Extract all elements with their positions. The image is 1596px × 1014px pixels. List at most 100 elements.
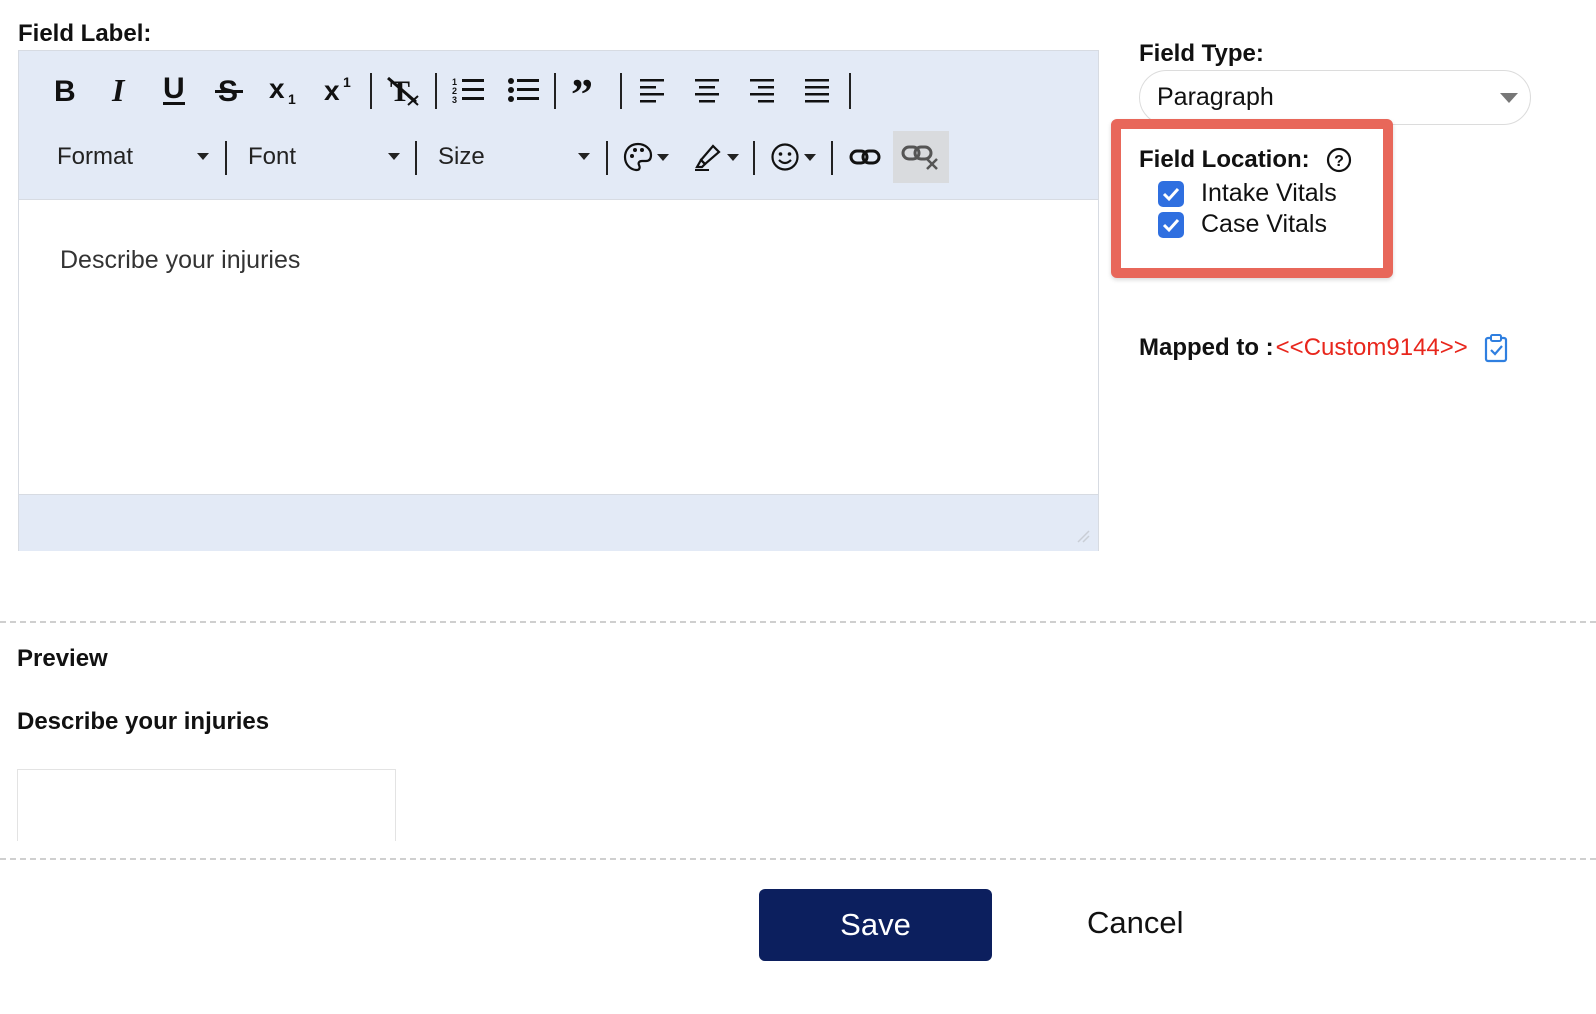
- preview-textarea[interactable]: [17, 769, 396, 841]
- format-dropdown[interactable]: Format: [57, 139, 209, 175]
- align-right-button[interactable]: [741, 69, 783, 111]
- toolbar-separator: [753, 141, 755, 175]
- case-vitals-option[interactable]: Case Vitals: [1158, 210, 1327, 239]
- svg-text:3: 3: [452, 95, 457, 105]
- format-dropdown-label: Format: [57, 143, 134, 170]
- font-dropdown[interactable]: Font: [248, 139, 400, 175]
- unlink-icon: [901, 145, 938, 170]
- svg-text:I: I: [111, 75, 126, 105]
- toolbar-separator: [606, 141, 608, 175]
- intake-vitals-label: Intake Vitals: [1201, 179, 1337, 207]
- palette-icon: [623, 142, 653, 172]
- cancel-button[interactable]: Cancel: [1087, 905, 1184, 941]
- toolbar-separator: [554, 73, 556, 109]
- italic-icon: I: [111, 75, 126, 105]
- svg-text:U: U: [163, 74, 185, 105]
- intake-vitals-option[interactable]: Intake Vitals: [1158, 179, 1337, 208]
- blockquote-icon: ”: [571, 75, 593, 105]
- underline-icon: U: [163, 74, 185, 105]
- chevron-down-icon: [388, 153, 400, 160]
- align-right-icon: [750, 79, 774, 103]
- bulleted-list-button[interactable]: [502, 69, 544, 111]
- chevron-down-icon: [804, 153, 816, 161]
- italic-button[interactable]: I: [98, 69, 140, 111]
- highlighter-icon: [695, 144, 721, 171]
- numbered-list-button[interactable]: 123: [447, 69, 489, 111]
- help-icon[interactable]: ?: [1326, 147, 1352, 173]
- rich-text-editor: B I U S x1 x1 T 123 ” Format Font Size D…: [18, 50, 1099, 551]
- chevron-down-icon: [657, 153, 669, 161]
- align-justify-button[interactable]: [796, 69, 838, 111]
- field-type-title: Field Type:: [1139, 40, 1264, 67]
- field-location-header: Field Location: ?: [1139, 146, 1352, 174]
- field-type-value: Paragraph: [1157, 83, 1274, 111]
- svg-text:x: x: [269, 74, 285, 104]
- smiley-icon: [771, 143, 799, 171]
- chevron-down-icon: [578, 153, 590, 160]
- chevron-down-icon: [727, 153, 739, 161]
- svg-text:?: ?: [1334, 153, 1344, 170]
- mapped-to-value: <<Custom9144>>: [1275, 334, 1468, 361]
- align-left-button[interactable]: [631, 69, 673, 111]
- align-justify-icon: [805, 79, 829, 103]
- preview-field-label: Describe your injuries: [17, 708, 270, 735]
- field-type-select[interactable]: Paragraph: [1139, 70, 1531, 125]
- size-dropdown[interactable]: Size: [438, 139, 590, 175]
- blockquote-button[interactable]: ”: [566, 69, 608, 111]
- bold-button[interactable]: B: [43, 69, 85, 111]
- mapped-to-label: Mapped to :: [1139, 334, 1274, 361]
- strikethrough-icon: S: [215, 75, 243, 106]
- bulleted-list-icon: [508, 78, 539, 102]
- text-color-button[interactable]: [623, 133, 669, 181]
- subscript-button[interactable]: x1: [263, 69, 305, 111]
- toolbar-separator: [831, 141, 833, 175]
- preview-title: Preview: [17, 645, 108, 672]
- align-center-icon: [695, 79, 719, 103]
- mapped-to-row: Mapped to : <<Custom9144>>: [1139, 333, 1508, 363]
- toolbar-separator: [620, 73, 622, 109]
- chevron-down-icon: [197, 153, 209, 160]
- save-button[interactable]: Save: [759, 889, 992, 961]
- toolbar-separator: [225, 141, 227, 175]
- section-divider: [0, 858, 1596, 860]
- toolbar-separator: [849, 73, 851, 109]
- emoji-button[interactable]: [770, 133, 816, 181]
- remove-format-icon: T: [387, 75, 419, 106]
- editor-text: Describe your injuries: [60, 246, 301, 274]
- superscript-button[interactable]: x1: [318, 69, 360, 111]
- highlight-button[interactable]: [693, 133, 739, 181]
- superscript-icon: x1: [324, 74, 351, 106]
- svg-text:”: ”: [571, 75, 593, 105]
- unlink-button[interactable]: [893, 131, 949, 183]
- editor-status-bar: [19, 495, 1098, 551]
- editor-content-area[interactable]: Describe your injuries: [19, 199, 1098, 495]
- field-location-title: Field Location:: [1139, 146, 1310, 173]
- section-divider: [0, 621, 1596, 623]
- toolbar-separator: [435, 73, 437, 109]
- checkmark-icon: [1162, 187, 1180, 201]
- toolbar-separator: [415, 141, 417, 175]
- link-icon: [849, 149, 881, 165]
- chevron-down-icon: [1500, 93, 1518, 103]
- align-center-button[interactable]: [686, 69, 728, 111]
- case-vitals-checkbox[interactable]: [1158, 211, 1184, 238]
- field-label-title: Field Label:: [18, 20, 152, 47]
- svg-text:x: x: [324, 75, 340, 106]
- clipboard-check-icon[interactable]: [1484, 333, 1508, 363]
- case-vitals-label: Case Vitals: [1201, 210, 1327, 238]
- resize-grip-icon[interactable]: [1076, 529, 1090, 543]
- remove-format-button[interactable]: T: [383, 69, 425, 111]
- editor-toolbar-row-1: B I U S x1 x1 T 123 ”: [19, 51, 1098, 131]
- underline-button[interactable]: U: [153, 69, 195, 111]
- checkmark-icon: [1162, 218, 1180, 232]
- strikethrough-button[interactable]: S: [208, 69, 250, 111]
- svg-text:1: 1: [288, 91, 296, 106]
- bold-icon: B: [54, 75, 76, 105]
- toolbar-separator: [370, 73, 372, 109]
- svg-text:1: 1: [343, 74, 351, 90]
- editor-toolbar-row-2: Format Font Size: [19, 131, 1098, 199]
- svg-text:B: B: [54, 75, 76, 105]
- link-button[interactable]: [849, 133, 881, 181]
- numbered-list-icon: 123: [452, 77, 484, 105]
- intake-vitals-checkbox[interactable]: [1158, 180, 1184, 207]
